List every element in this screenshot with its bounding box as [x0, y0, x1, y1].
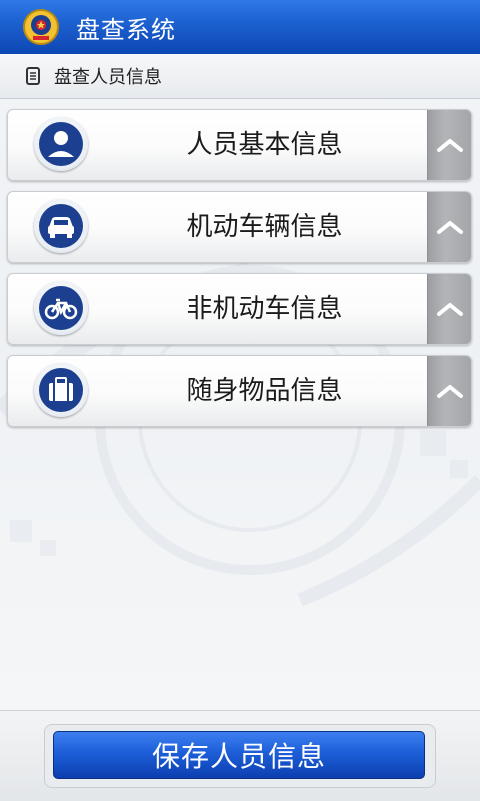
page-title: 盘查人员信息: [54, 67, 162, 88]
person-icon: [39, 122, 83, 166]
chevron-up-icon: [436, 385, 463, 398]
section-belongings-info[interactable]: 随身物品信息: [7, 355, 472, 427]
save-person-info-button[interactable]: 保存人员信息: [53, 731, 425, 779]
footer-bar: 保存人员信息: [0, 710, 480, 801]
section-vehicle-info[interactable]: 机动车辆信息: [7, 191, 472, 263]
info-section-list: 人员基本信息 机动车辆信息 非机动车信息 随身物品信息: [7, 109, 472, 437]
chevron-up-icon: [436, 303, 463, 316]
collapse-button[interactable]: [427, 274, 471, 344]
app-title: 盘查系统: [76, 15, 176, 44]
title-bar: 盘查系统: [0, 0, 480, 54]
car-icon: [39, 204, 83, 248]
police-emblem-icon: [23, 9, 59, 45]
section-label: 机动车辆信息: [186, 212, 343, 242]
collapse-button[interactable]: [427, 356, 471, 426]
section-label: 人员基本信息: [186, 130, 343, 160]
section-label: 随身物品信息: [186, 376, 343, 406]
luggage-icon: [39, 368, 83, 412]
collapse-button[interactable]: [427, 192, 471, 262]
save-button-frame: 保存人员信息: [44, 724, 436, 788]
collapse-button[interactable]: [427, 110, 471, 180]
section-label: 非机动车信息: [186, 294, 343, 324]
section-non-motor-vehicle-info[interactable]: 非机动车信息: [7, 273, 472, 345]
document-icon: [26, 67, 40, 85]
chevron-up-icon: [436, 221, 463, 234]
bicycle-icon: [39, 286, 83, 330]
section-person-info[interactable]: 人员基本信息: [7, 109, 472, 181]
page-header: 盘查人员信息: [0, 54, 480, 99]
chevron-up-icon: [436, 139, 463, 152]
